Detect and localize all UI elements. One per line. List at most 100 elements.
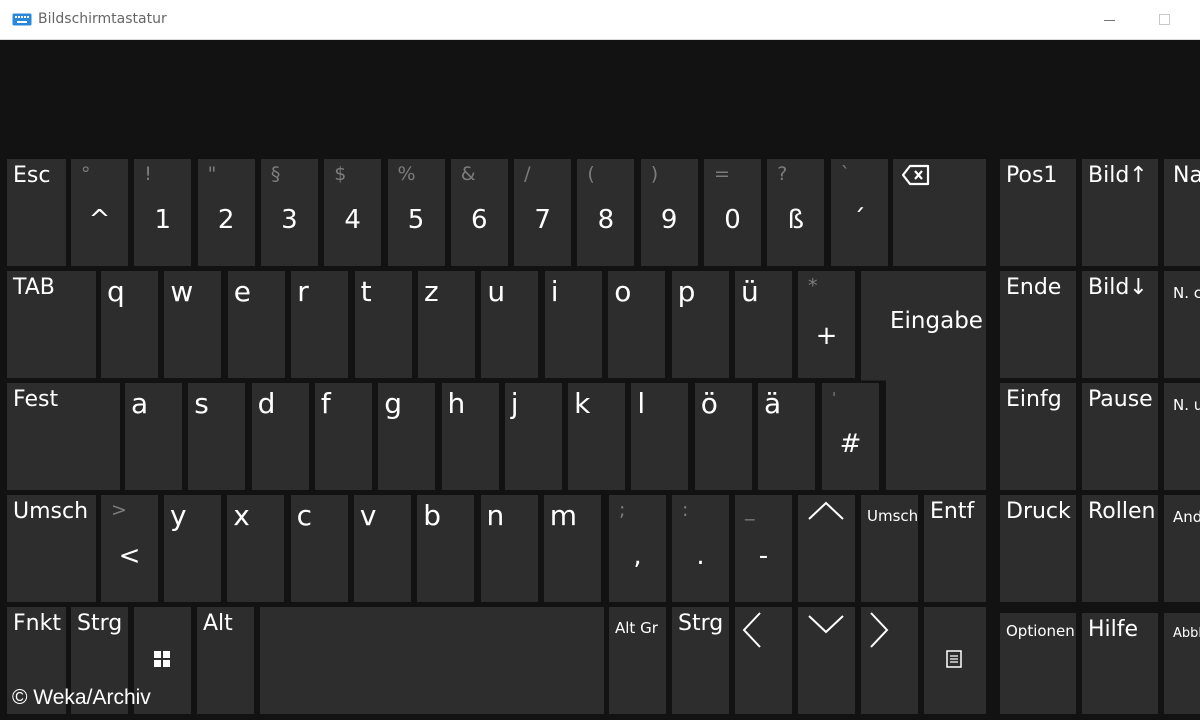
key-letter[interactable]: b: [417, 495, 475, 602]
key-number-row[interactable]: & 6: [450, 159, 508, 266]
backspace-icon: [901, 164, 930, 186]
key-arrow-up[interactable]: [798, 495, 855, 602]
key-letter[interactable]: i: [544, 271, 602, 378]
key-label: q: [107, 275, 125, 308]
key-secondary-label: :: [682, 499, 689, 521]
key-main-label: 8: [597, 205, 615, 235]
key-number-row[interactable]: $4: [324, 159, 382, 266]
key-esc[interactable]: Esc: [7, 159, 66, 266]
key-number-row[interactable]: ! 1: [134, 159, 192, 266]
key-letter[interactable]: t: [354, 271, 412, 378]
key-arrow-right[interactable]: [861, 607, 918, 714]
key-number-row[interactable]: ? ß: [767, 159, 825, 266]
key-shift-right[interactable]: Umsch: [861, 495, 918, 602]
key-number-row[interactable]: = 0: [704, 159, 761, 266]
key-altgr[interactable]: Alt Gr: [609, 607, 666, 714]
key-letter[interactable]: s: [188, 383, 246, 490]
key-insert[interactable]: Einfg: [1000, 383, 1076, 490]
key-letter[interactable]: ö: [694, 383, 752, 490]
maximize-button[interactable]: [1142, 0, 1188, 40]
key-numlock[interactable]: Na: [1164, 159, 1200, 266]
key-shift-left[interactable]: Umsch: [7, 495, 96, 602]
key-main-label: 7: [534, 205, 551, 235]
key-nav-extra-3[interactable]: And: [1164, 495, 1200, 602]
key-letter[interactable]: q: [101, 271, 158, 378]
key-letter[interactable]: p: [671, 271, 729, 378]
key-number-row[interactable]: % 5: [387, 159, 445, 266]
key-punctuation[interactable]: :.: [672, 495, 729, 602]
key-letter[interactable]: c: [290, 495, 348, 602]
key-letter[interactable]: a: [125, 383, 182, 490]
key-letter[interactable]: n: [480, 495, 538, 602]
key-space[interactable]: [260, 607, 604, 714]
key-page-up[interactable]: Bild↑: [1082, 159, 1158, 266]
key-letter[interactable]: ü: [735, 271, 792, 378]
key-letter[interactable]: e: [227, 271, 285, 378]
key-number-row[interactable]: (8: [577, 159, 635, 266]
key-page-down[interactable]: Bild↓: [1082, 271, 1158, 378]
key-label: And: [1173, 508, 1200, 526]
key-letter[interactable]: l: [631, 383, 689, 490]
key-arrow-down[interactable]: [798, 607, 855, 714]
key-letter[interactable]: w: [164, 271, 222, 378]
key-punctuation[interactable]: ;,: [609, 495, 666, 602]
key-letter[interactable]: x: [227, 495, 285, 602]
key-label: Entf: [930, 499, 975, 524]
key-angle-bracket[interactable]: > <: [101, 495, 158, 602]
key-label: j: [510, 387, 519, 420]
key-context-menu[interactable]: [924, 607, 986, 714]
key-secondary-label: ": [207, 163, 217, 185]
key-secondary-label: `: [840, 163, 851, 185]
key-nav-extra-1[interactable]: N. c: [1164, 271, 1200, 378]
key-print[interactable]: Druck: [1000, 495, 1076, 602]
key-main-label: ´: [852, 205, 866, 235]
key-letter[interactable]: g: [378, 383, 436, 490]
key-letter[interactable]: j: [504, 383, 562, 490]
key-letter[interactable]: v: [353, 495, 411, 602]
key-alt[interactable]: Alt: [197, 607, 254, 714]
key-punctuation[interactable]: _ -: [735, 495, 792, 602]
key-letter[interactable]: y: [164, 495, 221, 602]
key-label: f: [320, 387, 331, 420]
arrow-left-icon: [742, 612, 761, 648]
context-menu-icon: [946, 650, 962, 668]
key-letter[interactable]: k: [568, 383, 626, 490]
key-letter[interactable]: o: [608, 271, 666, 378]
key-secondary-label: ': [832, 389, 837, 407]
key-backspace[interactable]: [893, 159, 986, 266]
minimize-button[interactable]: [1087, 0, 1133, 40]
key-end[interactable]: Ende: [1000, 271, 1076, 378]
key-number-row[interactable]: /7: [514, 159, 572, 266]
key-arrow-left[interactable]: [735, 607, 792, 714]
key-number-row[interactable]: " 2: [197, 159, 255, 266]
keyboard-header-area: [0, 40, 1200, 150]
key-plus[interactable]: * +: [798, 271, 855, 378]
key-pause[interactable]: Pause: [1082, 383, 1158, 490]
key-number-row[interactable]: ° ^: [71, 159, 128, 266]
key-nav-extra-4[interactable]: Abbl: [1164, 613, 1200, 714]
key-letter[interactable]: d: [251, 383, 309, 490]
key-letter[interactable]: ä: [758, 383, 815, 490]
key-letter[interactable]: h: [441, 383, 499, 490]
key-letter[interactable]: f: [314, 383, 372, 490]
key-scroll-lock[interactable]: Rollen: [1082, 495, 1158, 602]
key-number-row[interactable]: ` ´: [830, 159, 888, 266]
key-number-row[interactable]: § 3: [260, 159, 318, 266]
key-delete[interactable]: Entf: [924, 495, 986, 602]
key-capslock[interactable]: Fest: [7, 383, 120, 490]
key-options[interactable]: Optionen: [1000, 613, 1076, 714]
key-letter[interactable]: m: [543, 495, 601, 602]
key-hash[interactable]: ' #: [822, 383, 879, 490]
key-number-row[interactable]: ) 9: [640, 159, 698, 266]
key-ctrl-right[interactable]: Strg: [672, 607, 729, 714]
key-label: Fest: [13, 387, 59, 412]
key-label: n: [486, 499, 505, 532]
key-tab[interactable]: TAB: [7, 271, 96, 378]
key-letter[interactable]: r: [291, 271, 349, 378]
key-letter[interactable]: u: [481, 271, 539, 378]
key-letter[interactable]: z: [418, 271, 475, 378]
key-label: g: [384, 387, 402, 420]
key-help[interactable]: Hilfe: [1082, 613, 1158, 714]
key-nav-extra-2[interactable]: N. u: [1164, 383, 1200, 490]
key-pos1[interactable]: Pos1: [1000, 159, 1076, 266]
